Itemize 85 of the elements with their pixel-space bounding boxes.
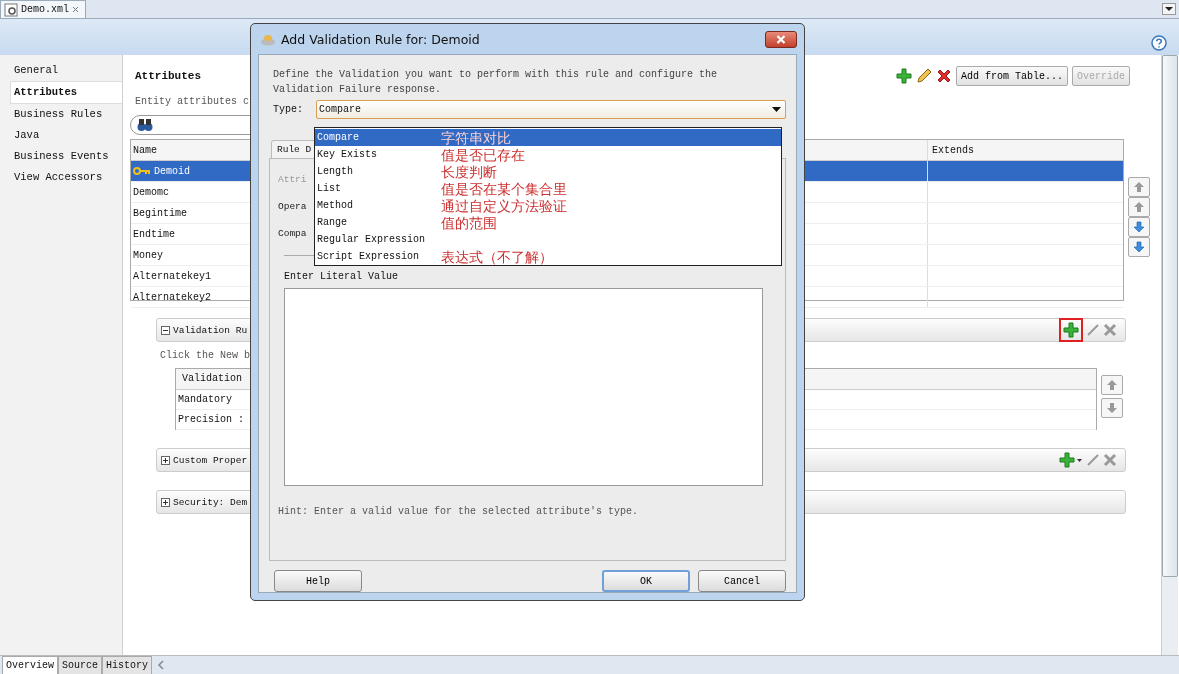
- close-icon[interactable]: [72, 6, 79, 13]
- move-down-button[interactable]: [1101, 398, 1123, 418]
- literal-value-field[interactable]: [284, 288, 763, 486]
- dropdown-option[interactable]: Compare 字符串对比: [315, 129, 781, 146]
- section-title: Security: Dem: [173, 496, 248, 508]
- annotation-text: 值是否已存在: [441, 147, 525, 162]
- arrow-down-icon: [1133, 221, 1145, 233]
- table-cell: Alternatekey2: [133, 291, 211, 303]
- dropdown-option[interactable]: Range 值的范围: [315, 214, 781, 231]
- arrow-up-icon: [1106, 379, 1118, 391]
- type-dropdown[interactable]: Compare: [316, 100, 786, 119]
- dropdown-option[interactable]: Regular Expression: [315, 231, 781, 248]
- expand-icon[interactable]: [161, 455, 170, 465]
- arrow-down-icon: [1133, 241, 1145, 253]
- scroll-left-icon[interactable]: [157, 660, 166, 670]
- dialog-button[interactable]: Cancel: [698, 570, 786, 592]
- annotation-text: 字符串对比: [441, 130, 511, 145]
- field-label: Attri: [278, 174, 307, 186]
- add-icon: [1063, 322, 1079, 338]
- move-button[interactable]: [1128, 197, 1150, 217]
- collapse-icon[interactable]: [161, 325, 170, 335]
- expand-icon[interactable]: [161, 497, 170, 507]
- toolbar-button[interactable]: Add from Table...: [955, 66, 1068, 86]
- move-button[interactable]: [1128, 237, 1150, 257]
- table-cell: Demoid: [154, 165, 190, 177]
- nav-item[interactable]: Java: [0, 125, 122, 146]
- annotation-text: 通过自定义方法验证: [441, 198, 567, 213]
- arrow-down-icon: [1106, 402, 1118, 414]
- pencil-icon[interactable]: [1086, 323, 1100, 337]
- table-cell: Demomc: [133, 186, 169, 198]
- move-button[interactable]: [1128, 177, 1150, 197]
- nav-item[interactable]: View Accessors: [0, 167, 122, 188]
- annotation-text: 值的范围: [441, 215, 497, 230]
- nav-item[interactable]: Business Events: [0, 146, 122, 167]
- hint-text: Hint: Enter a valid value for the selected attribute's type.: [278, 506, 640, 517]
- help-icon[interactable]: [1151, 35, 1167, 51]
- caret-icon: [772, 107, 781, 112]
- cup-icon: [260, 32, 276, 46]
- add-button[interactable]: [1059, 318, 1083, 342]
- dropdown-option[interactable]: Length 长度判断: [315, 163, 781, 180]
- field-label: Opera: [278, 201, 307, 213]
- binoculars-icon: [137, 118, 153, 132]
- add-menu-icon[interactable]: [1059, 452, 1083, 468]
- column-header[interactable]: Extends: [928, 140, 1123, 160]
- nav-item[interactable]: Attributes: [10, 81, 122, 104]
- pencil-icon[interactable]: [1086, 453, 1100, 467]
- dropdown-icon[interactable]: [1162, 3, 1176, 15]
- annotation-text: 长度判断: [441, 164, 497, 179]
- field-label: Enter Literal Value: [284, 271, 400, 282]
- pencil-icon[interactable]: [915, 68, 932, 84]
- close-button[interactable]: [765, 30, 797, 48]
- table-cell: Begintime: [133, 207, 187, 219]
- editor-tab[interactable]: Demo.xml: [0, 0, 86, 18]
- move-up-button[interactable]: [1101, 375, 1123, 395]
- editor-view-tab[interactable]: Source: [58, 655, 103, 674]
- section-title: Custom Proper: [173, 454, 248, 466]
- close-icon: [776, 34, 786, 44]
- delete-icon[interactable]: [935, 68, 952, 84]
- nav-item[interactable]: General: [0, 60, 122, 81]
- annotation-text: 值是否在某个集合里: [441, 181, 567, 196]
- table-cell: Alternatekey1: [133, 270, 211, 282]
- arrow-up-icon: [1133, 201, 1145, 213]
- dialog-button[interactable]: Help: [274, 570, 362, 592]
- hint-text: Click the New b: [160, 350, 251, 361]
- scrollbar[interactable]: [1161, 55, 1178, 655]
- editor-view-tab[interactable]: History: [102, 655, 153, 674]
- move-button[interactable]: [1128, 217, 1150, 237]
- dialog-button[interactable]: OK: [602, 570, 690, 592]
- dropdown-option[interactable]: List 值是否在某个集合里: [315, 180, 781, 197]
- dialog-title: Add Validation Rule for: Demoid: [281, 31, 480, 47]
- table-cell: Money: [133, 249, 163, 261]
- section-title: Attributes: [135, 70, 201, 82]
- annotation-text: 表达式（不了解）: [441, 249, 553, 264]
- dropdown-option[interactable]: Script Expression 表达式（不了解）: [315, 248, 781, 265]
- field-label: Compa: [278, 228, 307, 240]
- nav-item[interactable]: Business Rules: [0, 104, 122, 125]
- arrow-up-icon: [1133, 181, 1145, 193]
- type-label: Type:: [273, 104, 303, 115]
- section-title: Validation Ru: [173, 324, 248, 336]
- dropdown-option[interactable]: Method 通过自定义方法验证: [315, 197, 781, 214]
- dialog-description: Define the Validation you want to perform with this rule and configure the Validation Failure response.: [273, 68, 719, 97]
- add-icon[interactable]: [895, 68, 912, 84]
- table-cell: Endtime: [133, 228, 175, 240]
- description-text: Entity attributes c: [135, 96, 251, 107]
- editor-view-tab[interactable]: Overview: [2, 655, 58, 674]
